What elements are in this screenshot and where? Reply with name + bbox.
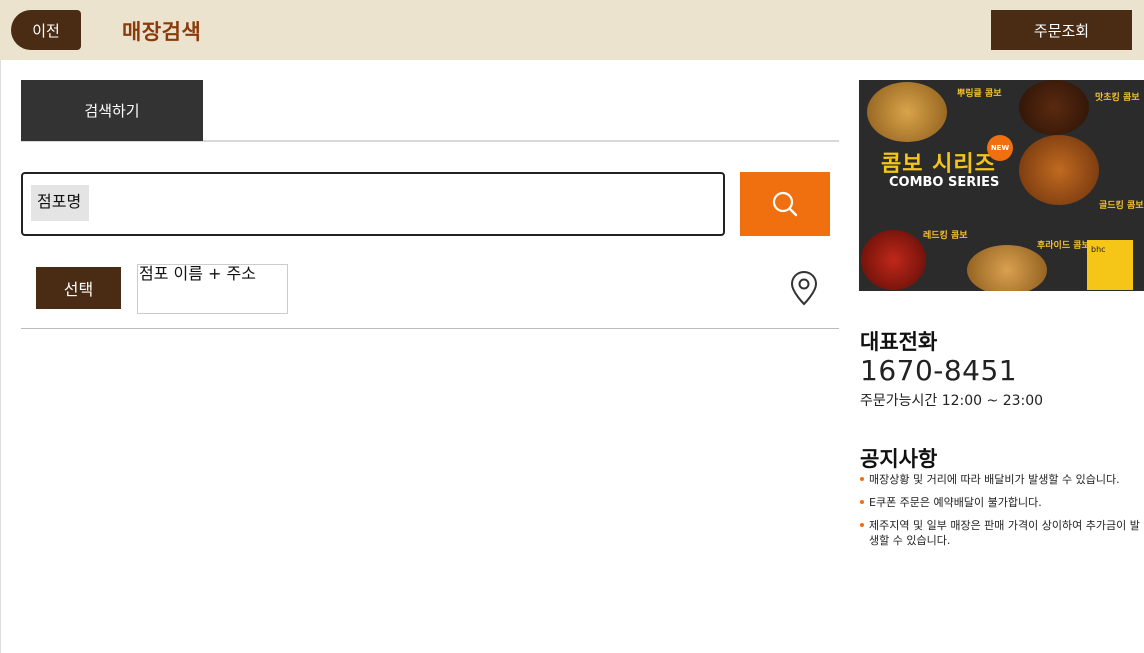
search-field-label: 점포명 bbox=[31, 185, 89, 221]
store-name-address: 점포 이름 + 주소 bbox=[137, 264, 288, 314]
search-box: 점포명 bbox=[21, 172, 725, 236]
chicken-image-5 bbox=[967, 245, 1047, 291]
notice-title: 공지사항 bbox=[860, 447, 938, 471]
search-input[interactable] bbox=[93, 180, 713, 228]
map-pin-icon[interactable] bbox=[790, 270, 818, 306]
result-divider bbox=[21, 328, 839, 329]
chicken-image-2 bbox=[1019, 80, 1089, 135]
chicken-image-1 bbox=[867, 82, 947, 142]
search-button[interactable] bbox=[740, 172, 830, 236]
page-title: 매장검색 bbox=[122, 20, 202, 44]
search-icon bbox=[772, 191, 798, 217]
left-border bbox=[0, 60, 1, 653]
contact-number: 1670-8451 bbox=[860, 354, 1018, 387]
brand-tag: bhc bbox=[1087, 240, 1133, 290]
promo-banner[interactable]: 뿌링클 콤보 맛초킹 콤보 골드킹 콤보 레드킹 콤보 후라이드 콤보 콤보 시… bbox=[859, 80, 1144, 291]
banner-item-label: 뿌링클 콤보 bbox=[957, 89, 1002, 99]
select-store-button[interactable]: 선택 bbox=[36, 267, 121, 309]
banner-item-label: 골드킹 콤보 bbox=[1099, 201, 1144, 211]
banner-subtitle: COMBO SERIES bbox=[889, 175, 1000, 190]
new-badge: NEW bbox=[987, 135, 1013, 161]
contact-title: 대표전화 bbox=[860, 330, 938, 354]
chicken-image-3 bbox=[1019, 135, 1099, 205]
banner-item-label: 레드킹 콤보 bbox=[923, 231, 968, 241]
tab-bar: 검색하기 bbox=[21, 80, 839, 142]
back-button[interactable]: 이전 bbox=[11, 10, 81, 50]
order-hours: 주문가능시간 12:00 ~ 23:00 bbox=[860, 393, 1044, 409]
notice-list: 매장상황 및 거리에 따라 배달비가 발생할 수 있습니다. E쿠폰 주문은 예… bbox=[860, 472, 1144, 556]
notice-item: E쿠폰 주문은 예약배달이 불가합니다. bbox=[860, 495, 1144, 510]
tab-search[interactable]: 검색하기 bbox=[21, 80, 203, 141]
banner-item-label: 맛초킹 콤보 bbox=[1095, 93, 1140, 103]
notice-item: 제주지역 및 일부 매장은 판매 가격이 상이하여 추가금이 발생할 수 있습니… bbox=[860, 518, 1144, 548]
banner-item-label: 후라이드 콤보 bbox=[1037, 241, 1090, 251]
chicken-image-4 bbox=[861, 230, 926, 290]
order-lookup-button[interactable]: 주문조회 bbox=[991, 10, 1132, 50]
notice-item: 매장상황 및 거리에 따라 배달비가 발생할 수 있습니다. bbox=[860, 472, 1144, 487]
banner-title: 콤보 시리즈 bbox=[881, 152, 996, 177]
top-bar: 이전 매장검색 주문조회 bbox=[0, 0, 1144, 60]
